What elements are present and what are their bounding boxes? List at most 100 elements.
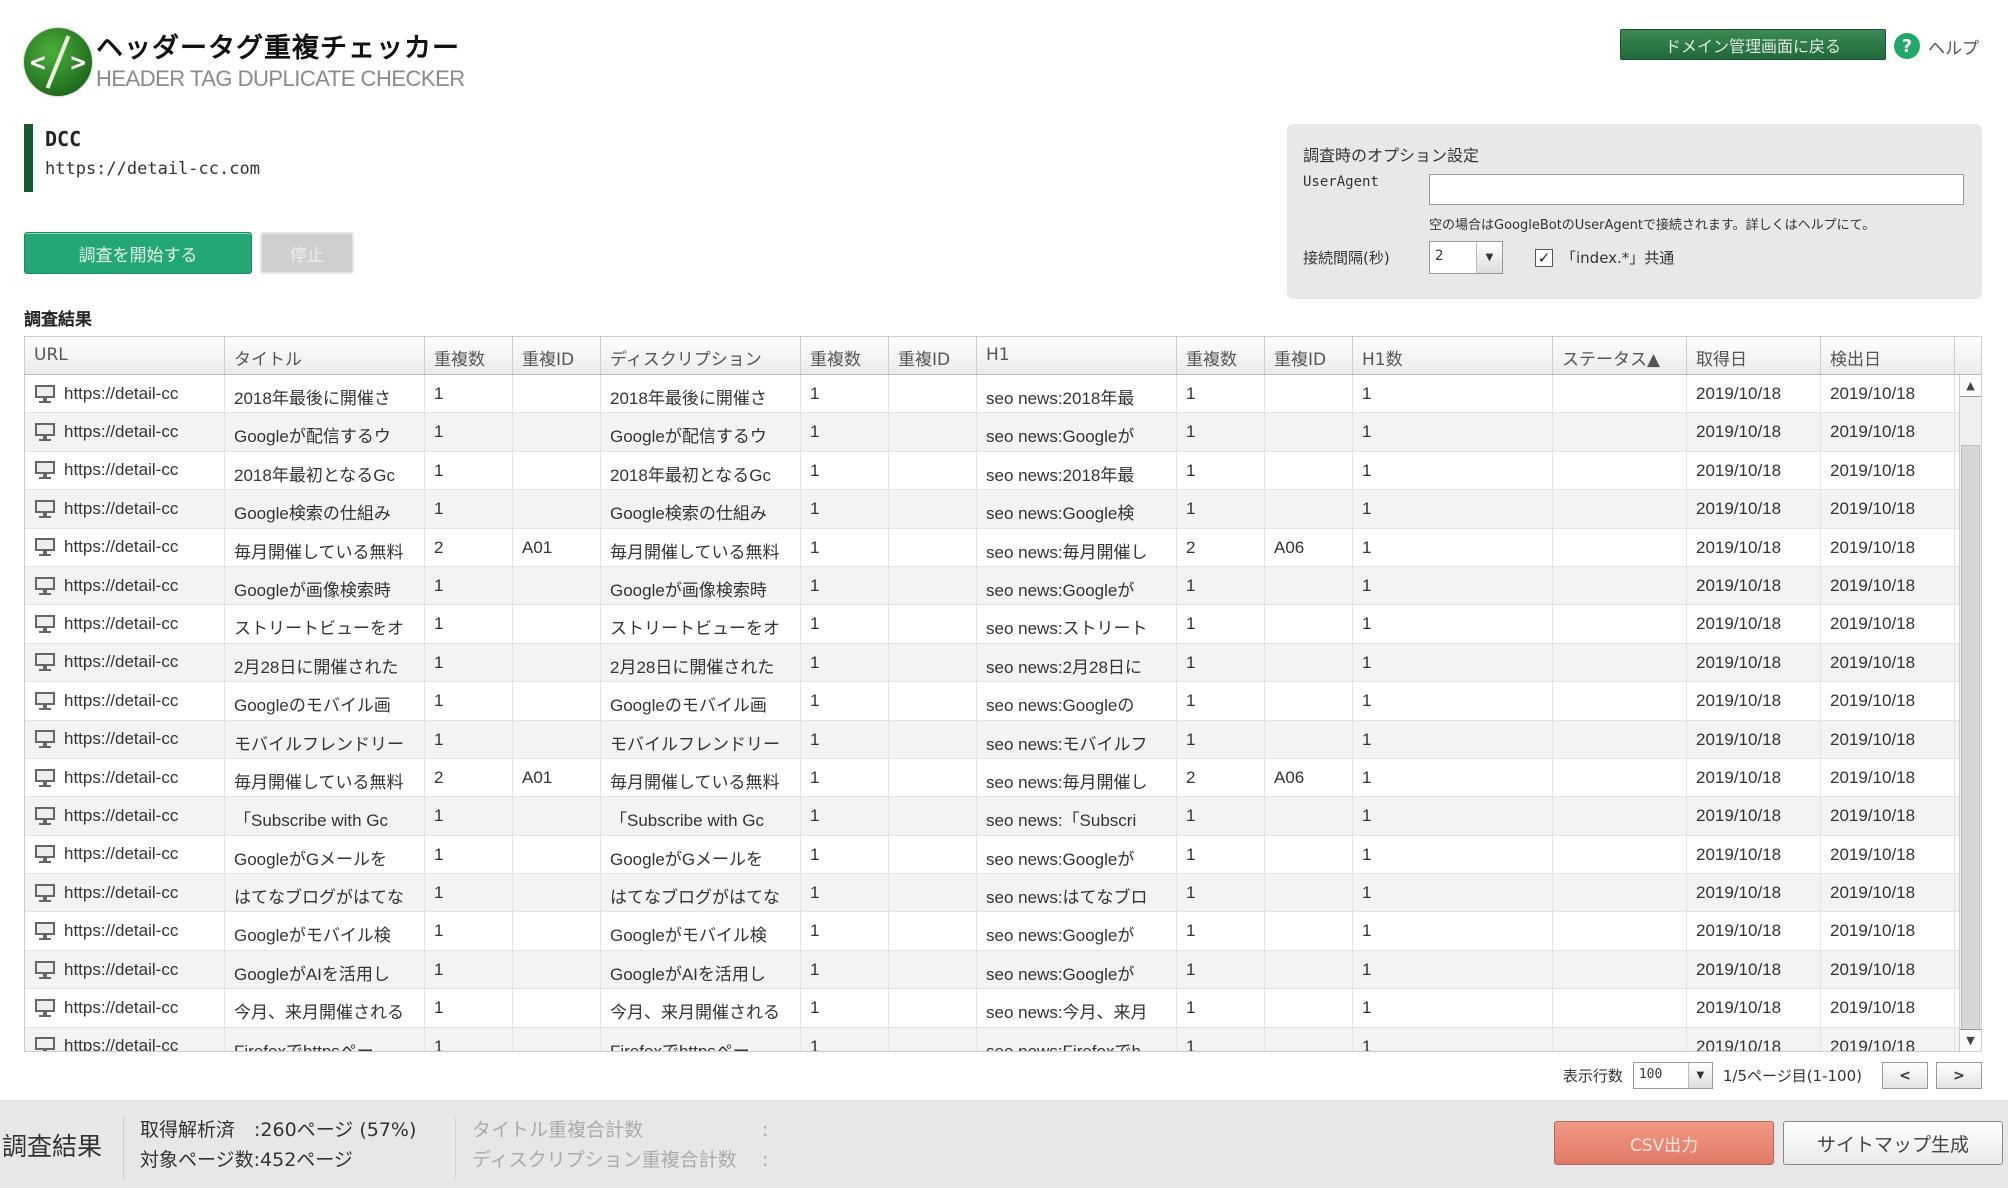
- url-text[interactable]: https://detail-cc: [64, 537, 178, 557]
- table-row[interactable]: https://detail-cc ストリートビューをオ 1 ストリートビューをオ 1 s…: [25, 605, 1959, 644]
- site-name: DCC: [45, 127, 82, 151]
- cell-desc-dup-id: [889, 528, 977, 566]
- rows-per-page-select[interactable]: 100 ▼: [1632, 1062, 1713, 1089]
- table-row[interactable]: https://detail-cc GoogleがGメールを 1 GoogleがGメー…: [25, 835, 1959, 875]
- url-text[interactable]: https://detail-cc: [64, 883, 178, 903]
- cell-status: [1553, 797, 1687, 835]
- table-row[interactable]: https://detail-cc モバイルフレンドリー 1 モバイルフレンドリー 1 s…: [25, 720, 1959, 759]
- url-text[interactable]: https://detail-cc: [64, 422, 178, 442]
- vertical-scrollbar[interactable]: ▲ ▼: [1959, 375, 1981, 1051]
- cell-desc-dup-count: 1: [801, 528, 889, 566]
- cell-title-dup-count: 1: [425, 451, 513, 490]
- back-to-domain-admin-button[interactable]: ドメイン管理画面に戻る: [1620, 29, 1886, 60]
- url-text[interactable]: https://detail-cc: [64, 499, 178, 519]
- url-text[interactable]: https://detail-cc: [64, 384, 178, 404]
- table-row[interactable]: https://detail-cc 毎月開催している無料 2 A01 毎月開催している無…: [25, 758, 1959, 798]
- url-text[interactable]: https://detail-cc: [64, 652, 178, 672]
- cell-desc-dup-id: [889, 375, 977, 413]
- next-page-button[interactable]: >: [1936, 1062, 1982, 1089]
- cell-title-dup-id: [513, 912, 601, 950]
- scroll-up-icon[interactable]: ▲: [1960, 375, 1981, 397]
- desc-dup-total-label: ディスクリプション重複合計数: [472, 1149, 737, 1171]
- cell-h1-dup-count: 1: [1177, 413, 1265, 451]
- useragent-label: UserAgent: [1303, 174, 1379, 190]
- useragent-input[interactable]: [1429, 174, 1964, 205]
- help-link[interactable]: ? ヘルプ: [1894, 33, 1979, 59]
- scroll-down-icon[interactable]: ▼: [1960, 1029, 1981, 1051]
- url-text[interactable]: https://detail-cc: [64, 921, 178, 941]
- table-row[interactable]: https://detail-cc 2月28日に開催された 1 2月28日に開催された…: [25, 643, 1959, 683]
- divider: [123, 1117, 124, 1179]
- column-header-description[interactable]: ディスクリプション: [601, 337, 801, 374]
- cell-h1-dup-count: 1: [1177, 566, 1265, 605]
- table-row[interactable]: https://detail-cc Googleがモバイル検 1 Googleがモバイ…: [25, 912, 1959, 951]
- cell-h1: seo news:Googleが: [977, 835, 1177, 874]
- useragent-note: 空の場合はGoogleBotのUserAgentで接続されます。詳しくはヘルプに…: [1429, 218, 1876, 233]
- url-text[interactable]: https://detail-cc: [64, 614, 178, 634]
- table-row[interactable]: https://detail-cc GoogleがAIを活用し 1 GoogleがAI…: [25, 950, 1959, 990]
- prev-page-button[interactable]: <: [1882, 1062, 1928, 1089]
- column-header-h1[interactable]: H1: [977, 337, 1177, 374]
- url-text[interactable]: https://detail-cc: [64, 998, 178, 1018]
- start-scan-button[interactable]: 調査を開始する: [24, 232, 252, 274]
- interval-value: 2: [1435, 248, 1444, 264]
- table-row[interactable]: https://detail-cc 今月、来月開催される 1 今月、来月開催される 1 s…: [25, 989, 1959, 1028]
- url-text[interactable]: https://detail-cc: [64, 460, 178, 480]
- cell-desc-dup-id: [889, 413, 977, 451]
- url-text[interactable]: https://detail-cc: [64, 729, 178, 749]
- cell-desc-dup-id: [889, 797, 977, 835]
- url-text[interactable]: https://detail-cc: [64, 768, 178, 788]
- cell-title-dup-count: 1: [425, 682, 513, 720]
- cell-h1-dup-id: [1265, 1027, 1353, 1051]
- column-header-title-dup-id[interactable]: 重複ID: [513, 337, 601, 374]
- column-header-fetched-date[interactable]: 取得日: [1687, 337, 1821, 374]
- scrollbar-thumb[interactable]: [1961, 445, 1980, 1045]
- cell-desc-dup-id: [889, 1027, 977, 1051]
- table-row[interactable]: https://detail-cc はてなブログがはてな 1 はてなブログがはてな 1 s…: [25, 874, 1959, 913]
- column-header-h1-dup-id[interactable]: 重複ID: [1265, 337, 1353, 374]
- column-header-h1-count[interactable]: H1数: [1353, 337, 1553, 374]
- table-row[interactable]: https://detail-cc Googleが画像検索時 1 Googleが画像検…: [25, 566, 1959, 606]
- table-row[interactable]: https://detail-ccFirefoxでhttpsペー1Firefox…: [25, 1027, 1959, 1051]
- cell-status: [1553, 989, 1687, 1027]
- cell-h1: seo news:Googleの: [977, 682, 1177, 720]
- stop-button[interactable]: 停止: [260, 232, 354, 274]
- column-header-url[interactable]: URL: [25, 337, 225, 374]
- cell-title: Firefoxでhttpsペー: [225, 1027, 425, 1051]
- generate-sitemap-button[interactable]: サイトマップ生成: [1783, 1121, 2003, 1165]
- index-common-checkbox[interactable]: ✓ 「index.*」共通: [1535, 247, 1674, 268]
- cell-detected-date: 2019/10/18: [1821, 758, 1955, 797]
- cell-url: https://detail-cc: [25, 566, 225, 605]
- table-row[interactable]: https://detail-cc 2018年最後に開催さ 1 2018年最後に開催さ…: [25, 375, 1959, 414]
- csv-export-button[interactable]: CSV出力: [1554, 1121, 1774, 1165]
- url-text[interactable]: https://detail-cc: [64, 576, 178, 596]
- column-header-detected-date[interactable]: 検出日: [1821, 337, 1955, 374]
- url-text[interactable]: https://detail-cc: [64, 960, 178, 980]
- cell-title-dup-id: A01: [513, 528, 601, 566]
- column-header-title-dup-count[interactable]: 重複数: [425, 337, 513, 374]
- url-text[interactable]: https://detail-cc: [64, 691, 178, 711]
- table-row[interactable]: https://detail-cc Googleが配信するウ 1 Googleが配信す…: [25, 413, 1959, 452]
- cell-status: [1553, 720, 1687, 758]
- table-row[interactable]: https://detail-cc 「Subscribe with Gc 1 「Sub…: [25, 797, 1959, 836]
- table-row[interactable]: https://detail-cc Google検索の仕組み 1 Google検索の仕…: [25, 490, 1959, 529]
- table-row[interactable]: https://detail-cc 毎月開催している無料 2 A01 毎月開催している無…: [25, 528, 1959, 567]
- cell-desc-dup-count: 1: [801, 451, 889, 490]
- column-header-title[interactable]: タイトル: [225, 337, 425, 374]
- column-header-desc-dup-id[interactable]: 重複ID: [889, 337, 977, 374]
- cell-fetched-date: 2019/10/18: [1687, 720, 1821, 758]
- column-header-desc-dup-count[interactable]: 重複数: [801, 337, 889, 374]
- url-text[interactable]: https://detail-cc: [64, 806, 178, 826]
- interval-select[interactable]: 2 ▼: [1429, 241, 1503, 274]
- url-text[interactable]: https://detail-cc: [64, 1036, 178, 1051]
- cell-h1: seo news:毎月開催し: [977, 758, 1177, 797]
- table-row[interactable]: https://detail-cc 2018年最初となるGc 1 2018年最初となる…: [25, 451, 1959, 491]
- cell-status: [1553, 451, 1687, 490]
- desktop-icon: [34, 998, 56, 1017]
- table-row[interactable]: https://detail-cc Googleのモバイル画 1 Googleのモバイ…: [25, 682, 1959, 721]
- url-text[interactable]: https://detail-cc: [64, 844, 178, 864]
- column-header-h1-dup-count[interactable]: 重複数: [1177, 337, 1265, 374]
- cell-detected-date: 2019/10/18: [1821, 1027, 1955, 1051]
- cell-h1-dup-id: A06: [1265, 758, 1353, 797]
- column-header-status[interactable]: ステータス▲: [1553, 337, 1687, 374]
